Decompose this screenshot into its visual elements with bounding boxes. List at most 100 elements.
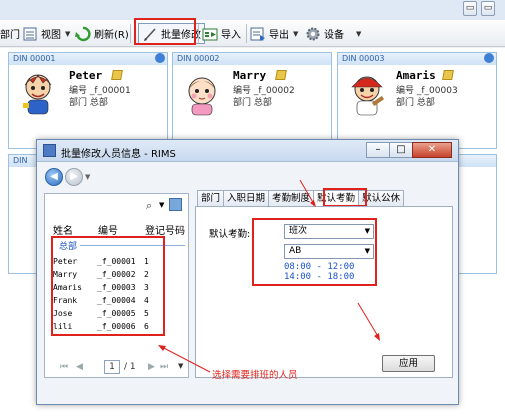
edit-icon[interactable]	[442, 70, 454, 80]
dialog-title: 批量修改人员信息 - RIMS	[61, 149, 176, 160]
card-header: DIN 00001	[9, 53, 167, 65]
forward-icon[interactable]: ▶	[65, 168, 83, 186]
minimize-button[interactable]: –	[366, 142, 390, 158]
export-icon	[250, 26, 266, 42]
apply-button[interactable]: 应用	[382, 355, 435, 372]
settings-label: 设备	[324, 30, 344, 41]
gear-icon	[305, 26, 321, 42]
dept-label: 部门	[0, 30, 20, 41]
dept-label: 部门	[396, 98, 415, 108]
default-attendance-label: 默认考勤:	[209, 229, 251, 240]
import-icon	[202, 26, 218, 42]
hand-icon	[484, 53, 494, 63]
tab-department[interactable]: 部门	[197, 190, 225, 206]
refresh-button[interactable]: 刷新(R)	[75, 23, 129, 44]
first-page-icon[interactable]: ⏮	[60, 362, 68, 372]
app-icon	[43, 144, 56, 157]
close-button[interactable]: ▭	[481, 1, 495, 16]
refresh-icon	[75, 26, 91, 42]
dept-label: 部门	[233, 98, 252, 108]
employee-info: 编号 _f_00002 部门 总部	[233, 85, 295, 109]
tab-hire-date[interactable]: 入职日期	[223, 190, 270, 206]
close-button[interactable]: ✕	[412, 142, 452, 158]
chevron-down-icon: ▼	[65, 29, 71, 38]
pager: ⏮ ◀ 1 / 1 ▶ ⏭ ▼	[44, 359, 189, 377]
restore-button[interactable]: ▭	[463, 1, 477, 16]
card-header: DIN 00003	[338, 53, 496, 65]
default-attendance-panel: 默认考勤: 班次 ▼ AB ▼ 08:00 - 12:00 14:00 - 18:0…	[195, 206, 453, 378]
chevron-down-icon[interactable]: ▼	[85, 173, 90, 181]
search-icon[interactable]: ⌕	[146, 199, 152, 213]
employee-selection-highlight	[51, 236, 165, 336]
column-header-number[interactable]: 编号	[98, 222, 118, 237]
employee-dept: 总部	[416, 98, 435, 108]
avatar	[181, 71, 223, 117]
dept-label: 部门	[69, 98, 88, 108]
dept-button[interactable]: 部门	[0, 23, 20, 44]
active-tab-highlight	[323, 188, 367, 207]
dialog-titlebar: 批量修改人员信息 - RIMS – □ ✕	[37, 140, 458, 162]
chevron-down-icon: ▼	[293, 29, 299, 38]
employee-dept: 总部	[89, 98, 108, 108]
employee-card[interactable]: DIN 00002 Marry 编号 _f_00002 部门 总部	[172, 52, 332, 149]
last-page-icon[interactable]: ⏭	[160, 362, 168, 372]
number-label: 编号	[69, 86, 88, 96]
edit-icon[interactable]	[275, 70, 287, 80]
refresh-label: 刷新(R)	[94, 30, 129, 41]
dialog-window-controls: – □ ✕	[366, 142, 452, 158]
batch-edit-dialog: 批量修改人员信息 - RIMS – □ ✕ ◀ ▶ ▼ ⌕ ▼ 姓名 编号 登记…	[36, 139, 459, 405]
view-icon	[22, 26, 38, 42]
employee-number: _f_00002	[253, 86, 295, 96]
tab-bar: 部门 入职日期 考勤制度 默认考勤 默认公休	[197, 190, 405, 207]
tree-icon[interactable]	[169, 198, 182, 211]
toolbar-divider	[130, 24, 131, 43]
card-header: DIN 00002	[173, 53, 331, 65]
list-toolbar: ⌕ ▼	[45, 194, 188, 216]
toolbar-divider	[246, 24, 247, 43]
avatar	[17, 71, 59, 117]
card-id: DIN	[13, 156, 28, 165]
card-id: DIN 00003	[342, 54, 385, 63]
card-id: DIN 00001	[13, 54, 56, 63]
maximize-button[interactable]: □	[389, 142, 413, 158]
view-label: 视图	[41, 30, 61, 41]
export-label: 导出	[269, 30, 289, 41]
list-header: 姓名 编号 登记号码	[45, 220, 188, 237]
main-titlebar: ▭ ▭	[0, 0, 505, 20]
chevron-down-icon[interactable]: ▼	[178, 362, 183, 370]
main-toolbar: 部门 视图 ▼ 刷新(R) 批量修改 导入 导出 ▼ 设备 ▼	[0, 20, 505, 47]
avatar	[346, 71, 388, 117]
attendance-selection-highlight	[252, 218, 377, 286]
tab-attendance-policy[interactable]: 考勤制度	[268, 190, 315, 206]
number-label: 编号	[233, 86, 252, 96]
number-label: 编号	[396, 86, 415, 96]
employee-card[interactable]: DIN 00001 Peter 编号 _f_00001 部门 总部	[8, 52, 168, 149]
import-button[interactable]: 导入	[202, 23, 241, 44]
toolbar-divider	[198, 24, 199, 43]
employee-info: 编号 _f_00003 部门 总部	[396, 85, 458, 109]
nav-buttons: ◀ ▶ ▼	[45, 167, 90, 187]
employee-number: _f_00001	[89, 86, 131, 96]
card-id: DIN 00002	[177, 54, 220, 63]
employee-number: _f_00003	[416, 86, 458, 96]
column-header-reg[interactable]: 登记号码	[145, 222, 185, 237]
page-number-input[interactable]: 1	[104, 360, 120, 374]
edit-icon[interactable]	[111, 70, 123, 80]
page-total: / 1	[124, 362, 136, 372]
export-button[interactable]: 导出 ▼	[250, 23, 298, 44]
view-button[interactable]: 视图 ▼	[22, 23, 70, 44]
batch-edit-highlight	[134, 18, 196, 45]
import-label: 导入	[221, 30, 241, 41]
prev-page-icon[interactable]: ◀	[76, 362, 83, 372]
back-icon[interactable]: ◀	[45, 168, 63, 186]
employee-card[interactable]: DIN 00003 Amaris 编号 _f_00003 部门 总部	[337, 52, 497, 149]
annotation-text: 选择需要排班的人员	[212, 370, 298, 381]
employee-dept: 总部	[253, 98, 272, 108]
settings-button[interactable]: 设备 ▼	[305, 23, 361, 44]
chevron-down-icon[interactable]: ▼	[159, 201, 164, 209]
employee-name: Marry	[233, 69, 267, 82]
next-page-icon[interactable]: ▶	[148, 362, 155, 372]
chevron-down-icon: ▼	[356, 29, 362, 38]
column-header-name[interactable]: 姓名	[53, 222, 73, 237]
employee-info: 编号 _f_00001 部门 总部	[69, 85, 131, 109]
